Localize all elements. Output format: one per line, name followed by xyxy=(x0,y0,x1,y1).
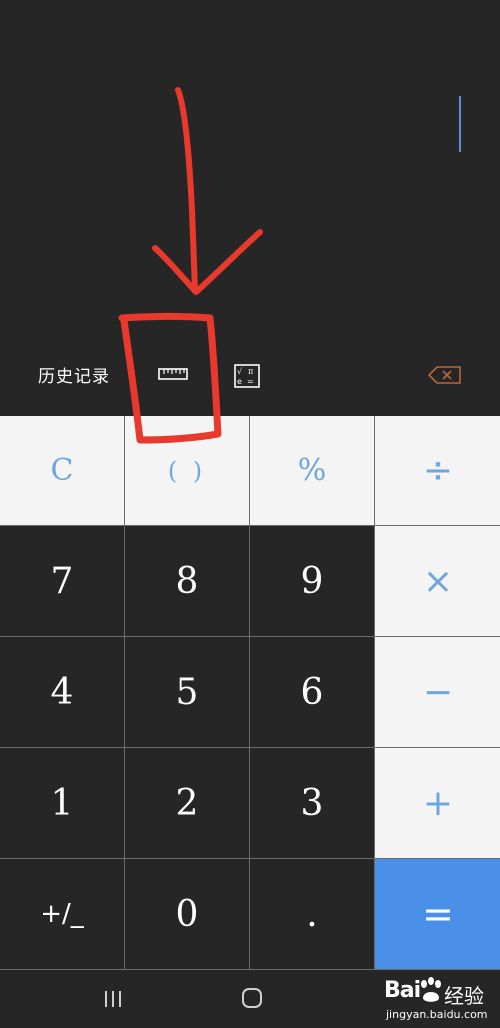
watermark-jingyan: 经验 xyxy=(444,984,484,1008)
plus-minus-button[interactable]: +/_ xyxy=(0,859,124,969)
svg-text:π: π xyxy=(248,367,253,376)
recent-apps-icon[interactable] xyxy=(103,990,123,1012)
equals-button[interactable]: = xyxy=(375,859,500,969)
clear-button[interactable]: C xyxy=(0,416,124,525)
backspace-icon[interactable] xyxy=(427,366,462,388)
parentheses-button[interactable]: ( ) xyxy=(125,416,249,525)
multiply-button[interactable]: × xyxy=(375,526,500,636)
decimal-button[interactable]: . xyxy=(250,859,374,969)
keypad: C ( ) % ÷ 7 8 9 × 4 5 6 − 1 2 3 + +/_ 0 … xyxy=(0,416,500,970)
svg-text:√: √ xyxy=(237,367,243,376)
plus-button[interactable]: + xyxy=(375,748,500,858)
digit-0-button[interactable]: 0 xyxy=(125,859,249,969)
digit-6-button[interactable]: 6 xyxy=(250,637,374,747)
ruler-icon[interactable] xyxy=(158,366,188,386)
history-button[interactable]: 历史记录 xyxy=(38,362,110,387)
display-area: 历史记录 √ π e = xyxy=(0,0,500,416)
watermark-brand: Bai xyxy=(384,978,421,1003)
baidu-jingyan-watermark: Bai 经验 jingyan.baidu.com xyxy=(384,974,496,1024)
digit-3-button[interactable]: 3 xyxy=(250,748,374,858)
paw-icon xyxy=(419,976,443,1008)
home-icon[interactable] xyxy=(241,987,263,1013)
watermark-url: jingyan.baidu.com xyxy=(386,1008,488,1021)
digit-9-button[interactable]: 9 xyxy=(250,526,374,636)
digit-8-button[interactable]: 8 xyxy=(125,526,249,636)
divide-button[interactable]: ÷ xyxy=(375,416,500,525)
percent-button[interactable]: % xyxy=(250,416,374,525)
digit-7-button[interactable]: 7 xyxy=(0,526,124,636)
svg-text:e: e xyxy=(237,377,242,386)
digit-1-button[interactable]: 1 xyxy=(0,748,124,858)
scientific-mode-icon[interactable]: √ π e = xyxy=(234,364,260,392)
text-cursor xyxy=(459,96,461,152)
digit-2-button[interactable]: 2 xyxy=(125,748,249,858)
minus-button[interactable]: − xyxy=(375,637,500,747)
digit-5-button[interactable]: 5 xyxy=(125,637,249,747)
digit-4-button[interactable]: 4 xyxy=(0,637,124,747)
svg-text:=: = xyxy=(247,377,254,386)
